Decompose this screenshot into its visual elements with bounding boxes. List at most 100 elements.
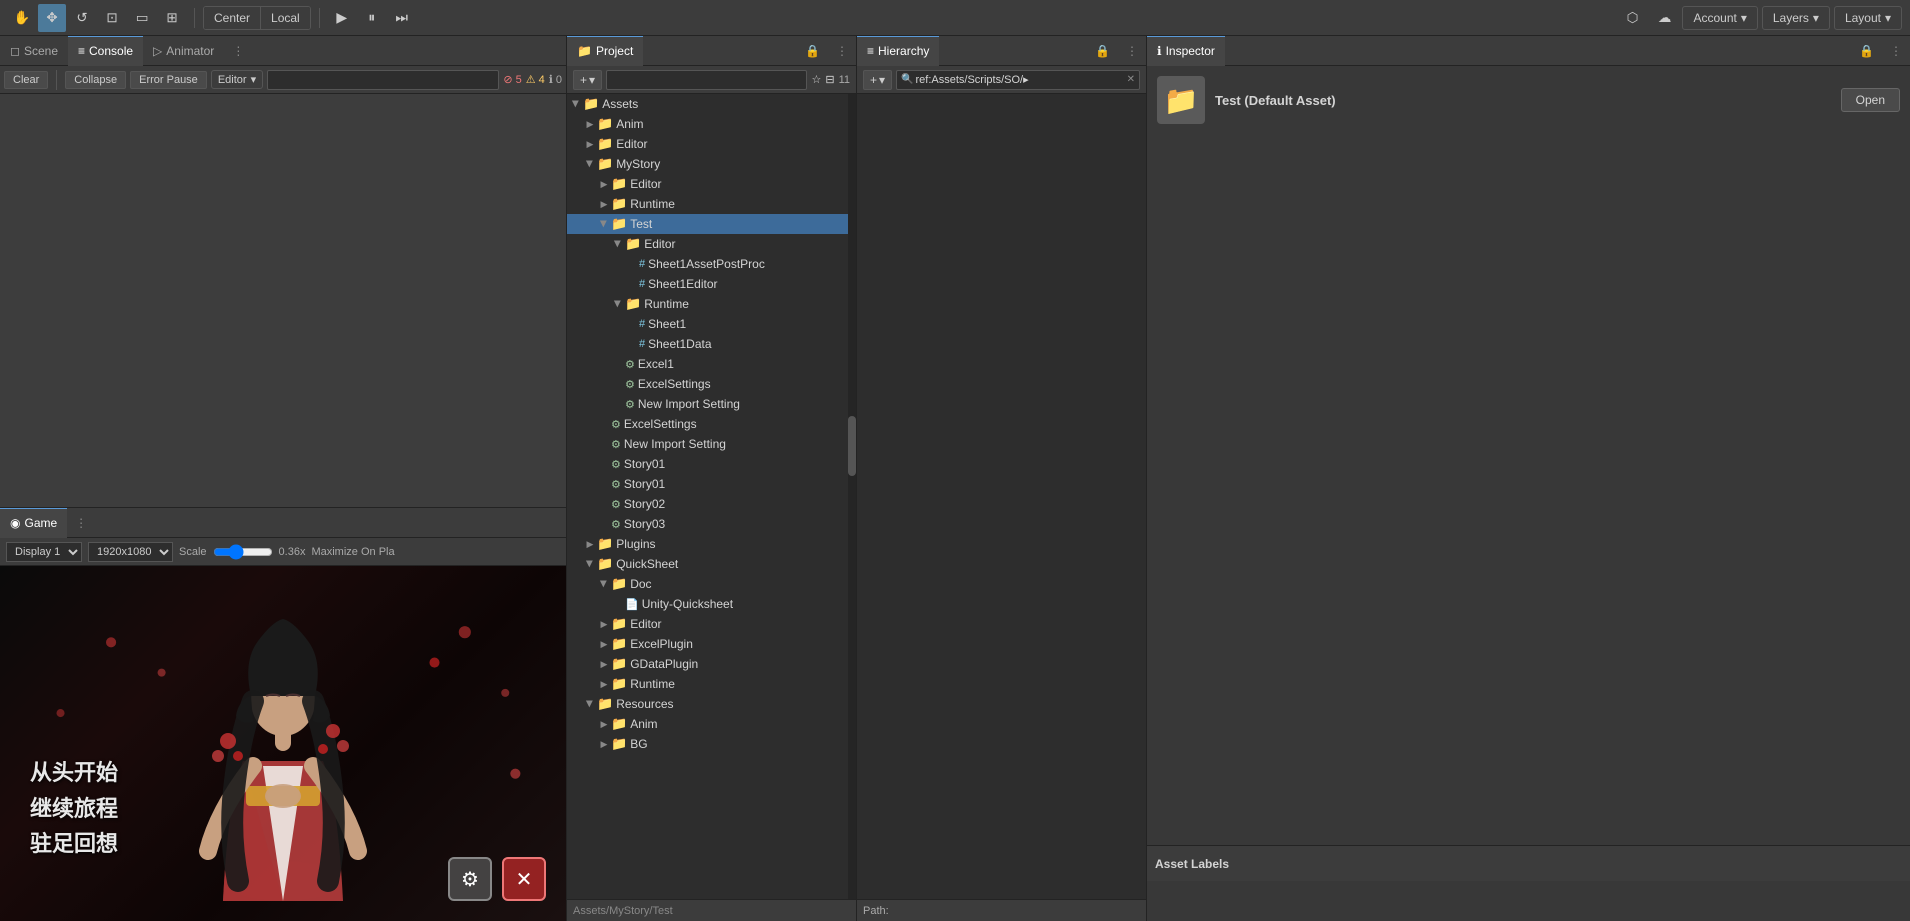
tree-item-test[interactable]: ▶📁Test xyxy=(567,214,856,234)
tab-animator[interactable]: ▷ Animator xyxy=(143,36,224,66)
tree-item-unityquicksheet[interactable]: ▶📄Unity-Quicksheet xyxy=(567,594,856,614)
tree-arrow-test_runtime[interactable]: ▶ xyxy=(611,297,625,311)
hierarchy-overflow-icon[interactable]: ⋮ xyxy=(1118,44,1146,58)
pivot-center-btn[interactable]: Center xyxy=(204,7,261,29)
collab-button[interactable]: ⬡ xyxy=(1618,4,1646,32)
tree-item-editor[interactable]: ▶📁Editor xyxy=(567,134,856,154)
game-close-icon-btn[interactable]: ✕ xyxy=(502,857,546,901)
tree-arrow-excelplugin[interactable]: ▶ xyxy=(597,637,611,651)
tab-scene[interactable]: ◻ Scene xyxy=(0,36,68,66)
tree-item-qs_runtime[interactable]: ▶📁Runtime xyxy=(567,674,856,694)
tree-item-story03[interactable]: ▶⚙Story03 xyxy=(567,514,856,534)
project-overflow-icon[interactable]: ⋮ xyxy=(828,44,856,58)
favorites-icon[interactable]: ☆ xyxy=(811,73,821,86)
rect-tool[interactable]: ▭ xyxy=(128,4,156,32)
tree-arrow-test_editor[interactable]: ▶ xyxy=(611,237,625,251)
tab-game[interactable]: ◉ Game xyxy=(0,508,67,538)
tree-item-sheet1editor[interactable]: ▶#Sheet1Editor xyxy=(567,274,856,294)
game-settings-icon-btn[interactable]: ⚙ xyxy=(448,857,492,901)
hand-tool[interactable]: ✋ xyxy=(8,4,36,32)
tree-arrow-mystory[interactable]: ▶ xyxy=(583,157,597,171)
pause-button[interactable]: ⏸ xyxy=(358,4,386,32)
cloud-button[interactable]: ☁ xyxy=(1650,4,1678,32)
tree-item-gdataplugin[interactable]: ▶📁GDataPlugin xyxy=(567,654,856,674)
tab-project[interactable]: 📁 Project xyxy=(567,36,643,66)
clear-button[interactable]: Clear xyxy=(4,71,48,89)
scroll-thumb[interactable] xyxy=(848,416,856,476)
tree-arrow-res_bg[interactable]: ▶ xyxy=(597,737,611,751)
project-lock-icon[interactable]: 🔒 xyxy=(797,44,828,58)
console-search-input[interactable] xyxy=(267,70,499,90)
game-tab-overflow-icon[interactable]: ⋮ xyxy=(67,516,95,530)
inspector-lock-icon[interactable]: 🔒 xyxy=(1851,44,1882,58)
tree-arrow-test[interactable]: ▶ xyxy=(597,217,611,231)
tree-item-test_runtime[interactable]: ▶📁Runtime xyxy=(567,294,856,314)
project-search-input[interactable] xyxy=(606,70,807,90)
tree-arrow-quicksheet[interactable]: ▶ xyxy=(583,557,597,571)
hierarchy-lock-icon[interactable]: 🔒 xyxy=(1087,44,1118,58)
tree-item-test_editor[interactable]: ▶📁Editor xyxy=(567,234,856,254)
transform-tool[interactable]: ⊞ xyxy=(158,4,186,32)
tree-item-qs_editor[interactable]: ▶📁Editor xyxy=(567,614,856,634)
scale-slider[interactable] xyxy=(213,545,273,559)
hier-search-close-icon[interactable]: ✕ xyxy=(1127,74,1135,85)
collapse-button[interactable]: Collapse xyxy=(65,71,126,89)
tree-arrow-gdataplugin[interactable]: ▶ xyxy=(597,657,611,671)
tree-item-resources[interactable]: ▶📁Resources xyxy=(567,694,856,714)
tree-arrow-anim[interactable]: ▶ xyxy=(583,117,597,131)
tree-arrow-plugins[interactable]: ▶ xyxy=(583,537,597,551)
tree-item-plugins[interactable]: ▶📁Plugins xyxy=(567,534,856,554)
tree-item-res_anim[interactable]: ▶📁Anim xyxy=(567,714,856,734)
tree-arrow-res_anim[interactable]: ▶ xyxy=(597,717,611,731)
filter-icon[interactable]: ⊟ xyxy=(825,73,834,86)
hierarchy-add-button[interactable]: + ▾ xyxy=(863,70,892,90)
pivot-space-btn[interactable]: Local xyxy=(261,7,310,29)
tree-item-newimportsetting_t[interactable]: ▶⚙New Import Setting xyxy=(567,394,856,414)
hierarchy-search-input[interactable] xyxy=(916,74,1125,86)
tree-item-quicksheet[interactable]: ▶📁QuickSheet xyxy=(567,554,856,574)
step-button[interactable]: ⏭ xyxy=(388,4,416,32)
account-dropdown[interactable]: Account ▾ xyxy=(1682,6,1757,30)
move-tool[interactable]: ✥ xyxy=(38,4,66,32)
inspector-overflow-icon[interactable]: ⋮ xyxy=(1882,44,1910,58)
tree-item-story01a[interactable]: ▶⚙Story01 xyxy=(567,454,856,474)
editor-dropdown[interactable]: Editor ▾ xyxy=(211,70,263,89)
tree-item-res_bg[interactable]: ▶📁BG xyxy=(567,734,856,754)
tree-item-sheet1data[interactable]: ▶#Sheet1Data xyxy=(567,334,856,354)
tree-item-doc[interactable]: ▶📁Doc xyxy=(567,574,856,594)
tree-item-sheet1assetpostproc[interactable]: ▶#Sheet1AssetPostProc xyxy=(567,254,856,274)
project-add-button[interactable]: + ▾ xyxy=(573,70,602,90)
tree-arrow-mystory_runtime[interactable]: ▶ xyxy=(597,197,611,211)
tab-overflow-icon[interactable]: ⋮ xyxy=(224,44,252,58)
play-button[interactable]: ▶ xyxy=(328,4,356,32)
tree-item-mystory[interactable]: ▶📁MyStory xyxy=(567,154,856,174)
tree-item-mystory_runtime[interactable]: ▶📁Runtime xyxy=(567,194,856,214)
tree-arrow-doc[interactable]: ▶ xyxy=(597,577,611,591)
tab-console[interactable]: ≡ Console xyxy=(68,36,143,66)
tree-arrow-assets[interactable]: ▶ xyxy=(569,97,583,111)
tree-item-assets[interactable]: ▶📁Assets xyxy=(567,94,856,114)
tree-item-story02[interactable]: ▶⚙Story02 xyxy=(567,494,856,514)
resolution-select[interactable]: 1920x1080 xyxy=(88,542,173,562)
scroll-track[interactable] xyxy=(848,94,856,899)
tree-arrow-qs_runtime[interactable]: ▶ xyxy=(597,677,611,691)
tree-item-excelsettings_t[interactable]: ▶⚙ExcelSettings xyxy=(567,374,856,394)
tree-arrow-mystory_editor[interactable]: ▶ xyxy=(597,177,611,191)
tree-arrow-qs_editor[interactable]: ▶ xyxy=(597,617,611,631)
tree-item-anim[interactable]: ▶📁Anim xyxy=(567,114,856,134)
tab-inspector[interactable]: ℹ Inspector xyxy=(1147,36,1225,66)
rotate-tool[interactable]: ↺ xyxy=(68,4,96,32)
tree-item-mystory_editor[interactable]: ▶📁Editor xyxy=(567,174,856,194)
tree-item-excelplugin[interactable]: ▶📁ExcelPlugin xyxy=(567,634,856,654)
tree-item-excel1[interactable]: ▶⚙Excel1 xyxy=(567,354,856,374)
display-select[interactable]: Display 1 xyxy=(6,542,82,562)
tree-arrow-editor[interactable]: ▶ xyxy=(583,137,597,151)
layout-dropdown[interactable]: Layout ▾ xyxy=(1834,6,1902,30)
tree-arrow-resources[interactable]: ▶ xyxy=(583,697,597,711)
layers-dropdown[interactable]: Layers ▾ xyxy=(1762,6,1830,30)
scale-tool[interactable]: ⊡ xyxy=(98,4,126,32)
tree-item-excelsettings[interactable]: ▶⚙ExcelSettings xyxy=(567,414,856,434)
tree-item-story01b[interactable]: ▶⚙Story01 xyxy=(567,474,856,494)
open-button[interactable]: Open xyxy=(1841,88,1900,112)
tree-item-sheet1[interactable]: ▶#Sheet1 xyxy=(567,314,856,334)
